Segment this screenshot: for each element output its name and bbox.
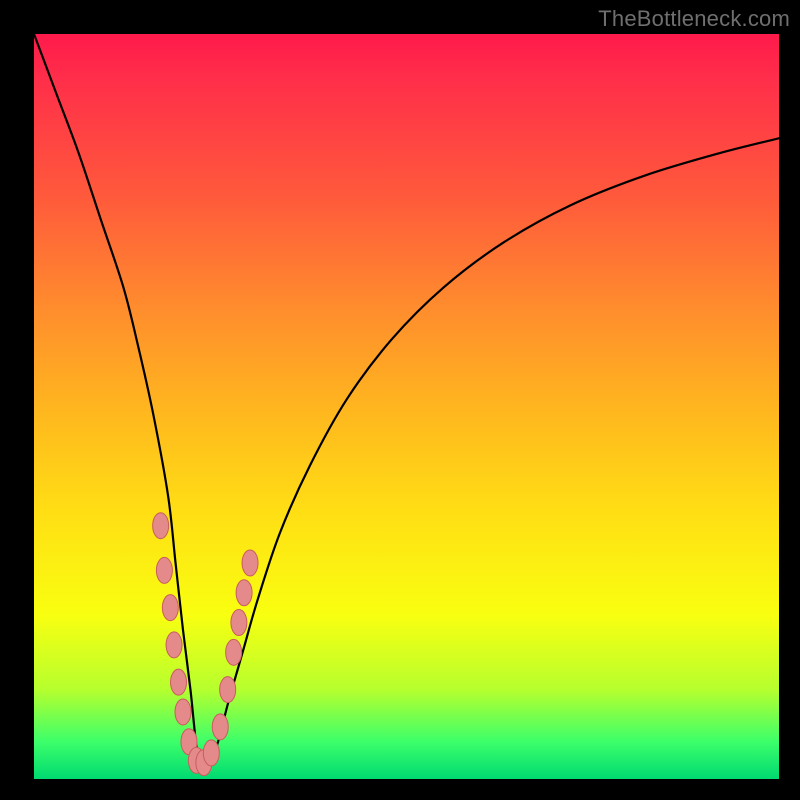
marker (242, 550, 258, 576)
chart-frame: TheBottleneck.com (0, 0, 800, 800)
marker (226, 639, 242, 665)
marker (231, 610, 247, 636)
plot-area (34, 34, 779, 779)
marker (166, 632, 182, 658)
marker (236, 580, 252, 606)
bottleneck-curve (34, 34, 779, 765)
marker (175, 699, 191, 725)
marker (220, 677, 236, 703)
chart-svg (34, 34, 779, 779)
marker (171, 669, 187, 695)
highlight-markers (153, 513, 258, 776)
marker (162, 595, 178, 621)
marker (212, 714, 228, 740)
watermark-text: TheBottleneck.com (598, 6, 790, 32)
marker (153, 513, 169, 539)
marker (203, 740, 219, 766)
marker (156, 557, 172, 583)
